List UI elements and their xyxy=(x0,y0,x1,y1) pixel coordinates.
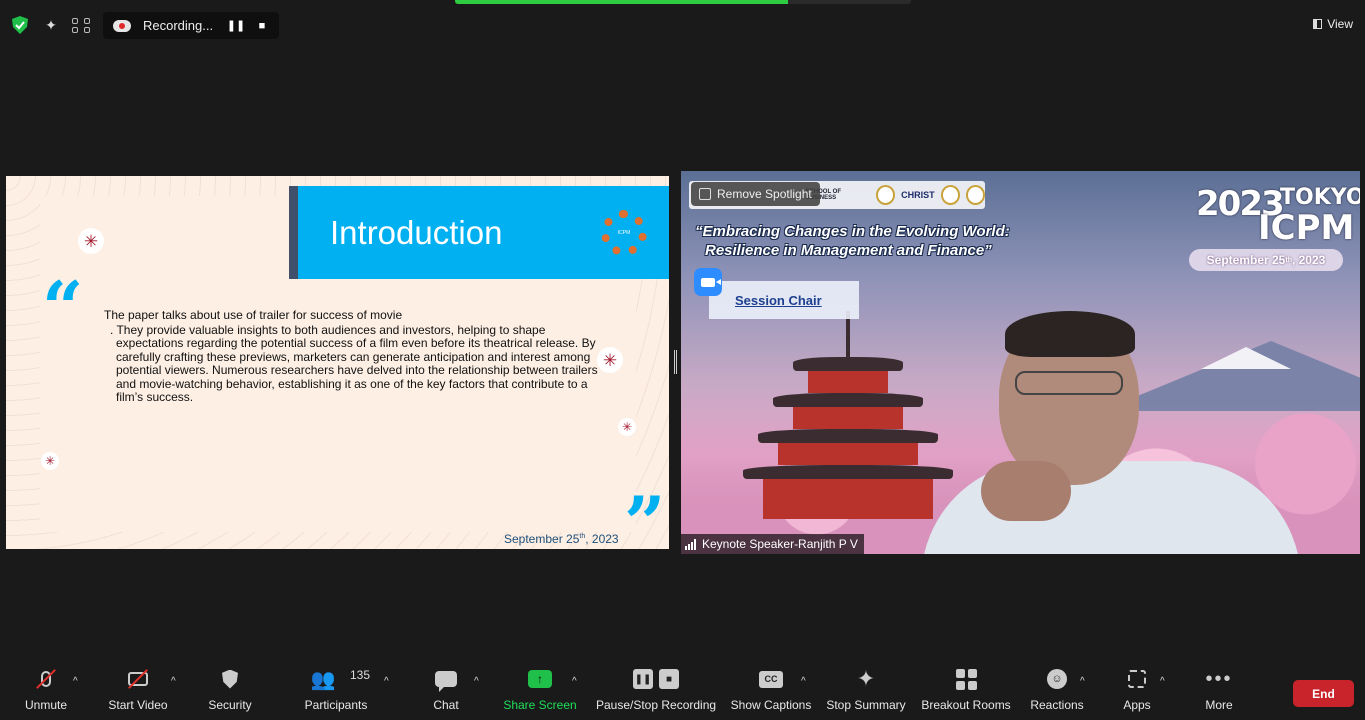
institution-seal-icon xyxy=(965,185,985,205)
remove-spotlight-button[interactable]: Remove Spotlight xyxy=(691,182,820,206)
flower-icon: ✳ xyxy=(78,228,104,254)
participant-name-tag: Keynote Speaker-Ranjith P V xyxy=(681,534,864,554)
more-dots-icon: ••• xyxy=(1205,667,1233,690)
share-screen-icon: ↑ xyxy=(528,664,552,694)
christ-logo: CHRIST xyxy=(901,190,935,200)
participant-name: Keynote Speaker-Ranjith P V xyxy=(702,537,858,551)
view-layout-icon xyxy=(1313,19,1323,29)
recording-label: Recording... xyxy=(143,18,214,33)
session-chair-label: Session Chair xyxy=(709,281,859,319)
pause-stop-icon: ❚❚ ■ xyxy=(630,664,682,694)
share-progress-fill xyxy=(455,0,788,4)
apps-options-chevron-icon[interactable]: ^ xyxy=(1160,676,1165,687)
stop-recording-button[interactable]: ■ xyxy=(249,16,275,36)
captions-icon: CC xyxy=(759,664,783,694)
chat-bubble-icon xyxy=(435,664,457,694)
shared-screen-slide: Introduction ICPM ✳ ✳ ✳ ✳ “ The paper ta… xyxy=(6,176,669,549)
signal-strength-icon xyxy=(685,538,696,550)
open-quote-mark: “ xyxy=(42,265,84,350)
audio-options-chevron-icon[interactable]: ^ xyxy=(73,676,78,687)
reactions-options-chevron-icon[interactable]: ^ xyxy=(1080,676,1085,687)
show-captions-button[interactable]: CC Show Captions xyxy=(730,664,812,720)
shield-icon xyxy=(222,664,238,694)
reactions-button[interactable]: ☺ Reactions xyxy=(1030,664,1084,720)
slide-paragraph-1: The paper talks about use of trailer for… xyxy=(104,308,403,322)
slide-title-banner: Introduction ICPM xyxy=(289,186,669,279)
logo-text: ICPM xyxy=(617,230,631,236)
remove-spotlight-label: Remove Spotlight xyxy=(717,187,812,201)
recording-indicator: Recording... ❚❚ ■ xyxy=(103,12,279,39)
chat-button[interactable]: Chat xyxy=(430,664,462,720)
breakout-rooms-button[interactable]: Breakout Rooms xyxy=(921,664,1011,720)
pagoda-background xyxy=(743,311,953,531)
shield-check-icon[interactable] xyxy=(9,14,31,36)
share-progress-bar xyxy=(455,0,911,4)
participants-options-chevron-icon[interactable]: ^ xyxy=(384,676,389,687)
start-video-button[interactable]: Start Video xyxy=(106,664,170,720)
apps-button[interactable]: Apps xyxy=(1120,664,1154,720)
close-quote-mark: ” xyxy=(624,480,666,550)
pause-stop-recording-button[interactable]: ❚❚ ■ Pause/Stop Recording xyxy=(596,664,716,720)
end-meeting-button[interactable]: End xyxy=(1293,680,1354,707)
smiley-icon: ☺ xyxy=(1047,664,1067,694)
speaker-person xyxy=(921,311,1301,554)
slide-paragraph-2: . They provide valuable insights to both… xyxy=(110,323,598,405)
slide-title: Introduction xyxy=(330,214,503,251)
participants-count: 135 xyxy=(350,668,371,682)
security-button[interactable]: Security xyxy=(207,664,253,720)
flower-icon: ✳ xyxy=(41,452,59,470)
institution-seal-icon xyxy=(940,185,960,205)
cloud-recording-icon xyxy=(113,19,131,32)
breakout-rooms-icon xyxy=(955,664,977,694)
sparkle-icon[interactable]: ✦ xyxy=(40,14,62,36)
icpm-logo: ICPM xyxy=(601,210,647,256)
split-resize-handle[interactable] xyxy=(674,350,677,374)
meeting-toolbar: Unmute ^ Start Video ^ Security 👥 135 Pa… xyxy=(0,664,1365,720)
stop-summary-button[interactable]: ✦ Stop Summary xyxy=(826,664,906,720)
pause-recording-button[interactable]: ❚❚ xyxy=(223,16,249,36)
grid-icon[interactable] xyxy=(71,14,93,36)
university-seal-icon xyxy=(875,185,896,205)
speaker-video-tile[interactable]: SCHOOL OF BUSINESS CHRIST Remove Spotlig… xyxy=(681,171,1360,554)
zoom-camera-icon xyxy=(694,268,722,296)
microphone-muted-icon xyxy=(36,664,56,694)
participants-button[interactable]: 👥 135 Participants xyxy=(304,664,371,720)
share-screen-button[interactable]: ↑ Share Screen xyxy=(503,664,577,720)
participants-icon: 👥 135 xyxy=(310,668,371,691)
sparkle-icon: ✦ xyxy=(856,666,876,691)
brand-name: ICPM xyxy=(1258,208,1355,248)
slide-date: September 25th, 2023 xyxy=(504,532,619,546)
unmute-button[interactable]: Unmute xyxy=(22,664,70,720)
share-options-chevron-icon[interactable]: ^ xyxy=(572,676,577,687)
chat-options-chevron-icon[interactable]: ^ xyxy=(474,676,479,687)
flower-icon: ✳ xyxy=(618,418,636,436)
brand-city: TOKYO xyxy=(1280,185,1360,210)
top-bar: ✦ Recording... ❚❚ ■ View xyxy=(0,8,1365,42)
conference-theme-line-1: “Embracing Changes in the Evolving World… xyxy=(695,223,1010,240)
more-button[interactable]: ••• More xyxy=(1203,664,1235,720)
view-label: View xyxy=(1327,17,1353,31)
captions-options-chevron-icon[interactable]: ^ xyxy=(801,676,806,687)
spotlight-icon xyxy=(699,188,711,200)
view-button[interactable]: View xyxy=(1313,17,1353,31)
conference-theme-line-2: Resilience in Management and Finance” xyxy=(705,242,992,259)
video-options-chevron-icon[interactable]: ^ xyxy=(171,676,176,687)
apps-icon xyxy=(1128,664,1146,694)
conference-date: September 25th, 2023 xyxy=(1189,249,1343,271)
camera-off-icon xyxy=(128,664,148,694)
